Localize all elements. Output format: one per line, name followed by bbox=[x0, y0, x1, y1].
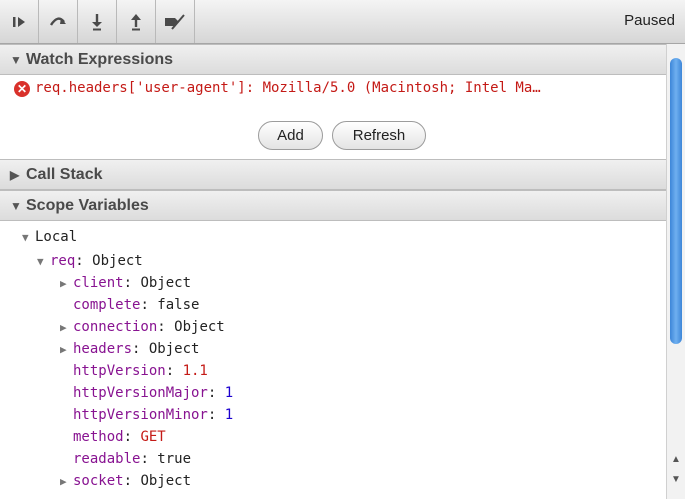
scrollbar-thumb[interactable] bbox=[670, 58, 682, 344]
deactivate-breakpoints-icon bbox=[163, 13, 187, 30]
collapsed-triangle-icon: ▶ bbox=[10, 167, 20, 182]
scroll-up-arrow-icon[interactable]: ▲ bbox=[671, 454, 681, 465]
property-key: readable bbox=[73, 451, 141, 467]
req-node[interactable]: ▼ req: Object bbox=[37, 250, 143, 272]
property-row[interactable]: method: GET bbox=[73, 426, 166, 448]
property-key: complete bbox=[73, 297, 141, 313]
property-value: Object bbox=[140, 473, 192, 489]
property-value: false bbox=[157, 297, 200, 313]
property-row[interactable]: ▶ headers: Object bbox=[60, 338, 199, 360]
property-value: true bbox=[157, 451, 192, 467]
step-over-button[interactable] bbox=[39, 0, 78, 43]
property-value: Object bbox=[174, 319, 225, 335]
property-key: method bbox=[73, 429, 124, 445]
property-value: Object bbox=[140, 275, 192, 291]
property-row[interactable]: httpVersion: 1.1 bbox=[73, 360, 208, 382]
property-key: req bbox=[50, 253, 76, 269]
step-over-icon bbox=[48, 14, 68, 30]
property-value: Object bbox=[92, 253, 143, 269]
scope-variables-header[interactable]: ▼ Scope Variables bbox=[0, 190, 666, 221]
local-label: Local bbox=[35, 229, 78, 245]
expanded-triangle-icon: ▼ bbox=[10, 198, 22, 213]
expanded-triangle-icon: ▼ bbox=[22, 231, 29, 244]
watch-expressions-title: Watch Expressions bbox=[26, 50, 174, 68]
property-key: connection bbox=[73, 319, 158, 335]
local-scope-node[interactable]: ▼ Local bbox=[22, 226, 77, 248]
collapsed-triangle-icon: ▶ bbox=[60, 321, 67, 334]
resume-icon bbox=[11, 15, 27, 29]
vertical-scrollbar[interactable]: ▲ ▼ bbox=[666, 44, 685, 499]
watch-expression-row[interactable]: req.headers['user-agent']: Mozilla/5.0 (… bbox=[35, 80, 541, 96]
call-stack-title: Call Stack bbox=[26, 165, 103, 183]
property-row[interactable]: readable: true bbox=[73, 448, 191, 470]
resume-button[interactable] bbox=[0, 0, 39, 43]
step-into-icon bbox=[90, 13, 104, 31]
paused-status: Paused bbox=[624, 12, 675, 29]
debugger-toolbar: Paused bbox=[0, 0, 685, 44]
expanded-triangle-icon: ▼ bbox=[10, 52, 22, 67]
add-button[interactable]: Add bbox=[258, 121, 323, 150]
property-row[interactable]: complete: false bbox=[73, 294, 199, 316]
expanded-triangle-icon: ▼ bbox=[37, 255, 44, 268]
step-out-icon bbox=[129, 13, 143, 31]
collapsed-triangle-icon: ▶ bbox=[60, 343, 67, 356]
deactivate-breakpoints-button[interactable] bbox=[156, 0, 195, 43]
property-value: 1 bbox=[224, 385, 234, 401]
property-key: httpVersionMinor bbox=[73, 407, 208, 423]
property-key: headers bbox=[73, 341, 133, 357]
call-stack-header[interactable]: ▶ Call Stack bbox=[0, 159, 666, 190]
scroll-down-arrow-icon[interactable]: ▼ bbox=[671, 474, 681, 485]
scope-variables-title: Scope Variables bbox=[26, 196, 149, 214]
property-key: client bbox=[73, 275, 124, 291]
property-row[interactable]: ▶ connection: Object bbox=[60, 316, 225, 338]
property-row[interactable]: ▶ client: Object bbox=[60, 272, 191, 294]
property-value: 1 bbox=[224, 407, 234, 423]
collapsed-triangle-icon: ▶ bbox=[60, 475, 67, 488]
delete-watch-icon[interactable]: ✕ bbox=[14, 81, 30, 97]
collapsed-triangle-icon: ▶ bbox=[60, 277, 67, 290]
property-key: httpVersion bbox=[73, 363, 166, 379]
property-key: httpVersionMajor bbox=[73, 385, 208, 401]
refresh-button[interactable]: Refresh bbox=[332, 121, 426, 150]
property-value: 1.1 bbox=[182, 363, 208, 379]
property-key: socket bbox=[73, 473, 124, 489]
property-row[interactable]: ▶ socket: Object bbox=[60, 470, 191, 492]
property-row[interactable]: httpVersionMajor: 1 bbox=[73, 382, 233, 404]
property-value: Object bbox=[148, 341, 200, 357]
step-into-button[interactable] bbox=[78, 0, 117, 43]
step-out-button[interactable] bbox=[117, 0, 156, 43]
watch-expressions-header[interactable]: ▼ Watch Expressions bbox=[0, 44, 666, 75]
property-value: GET bbox=[140, 429, 166, 445]
property-row[interactable]: httpVersionMinor: 1 bbox=[73, 404, 233, 426]
